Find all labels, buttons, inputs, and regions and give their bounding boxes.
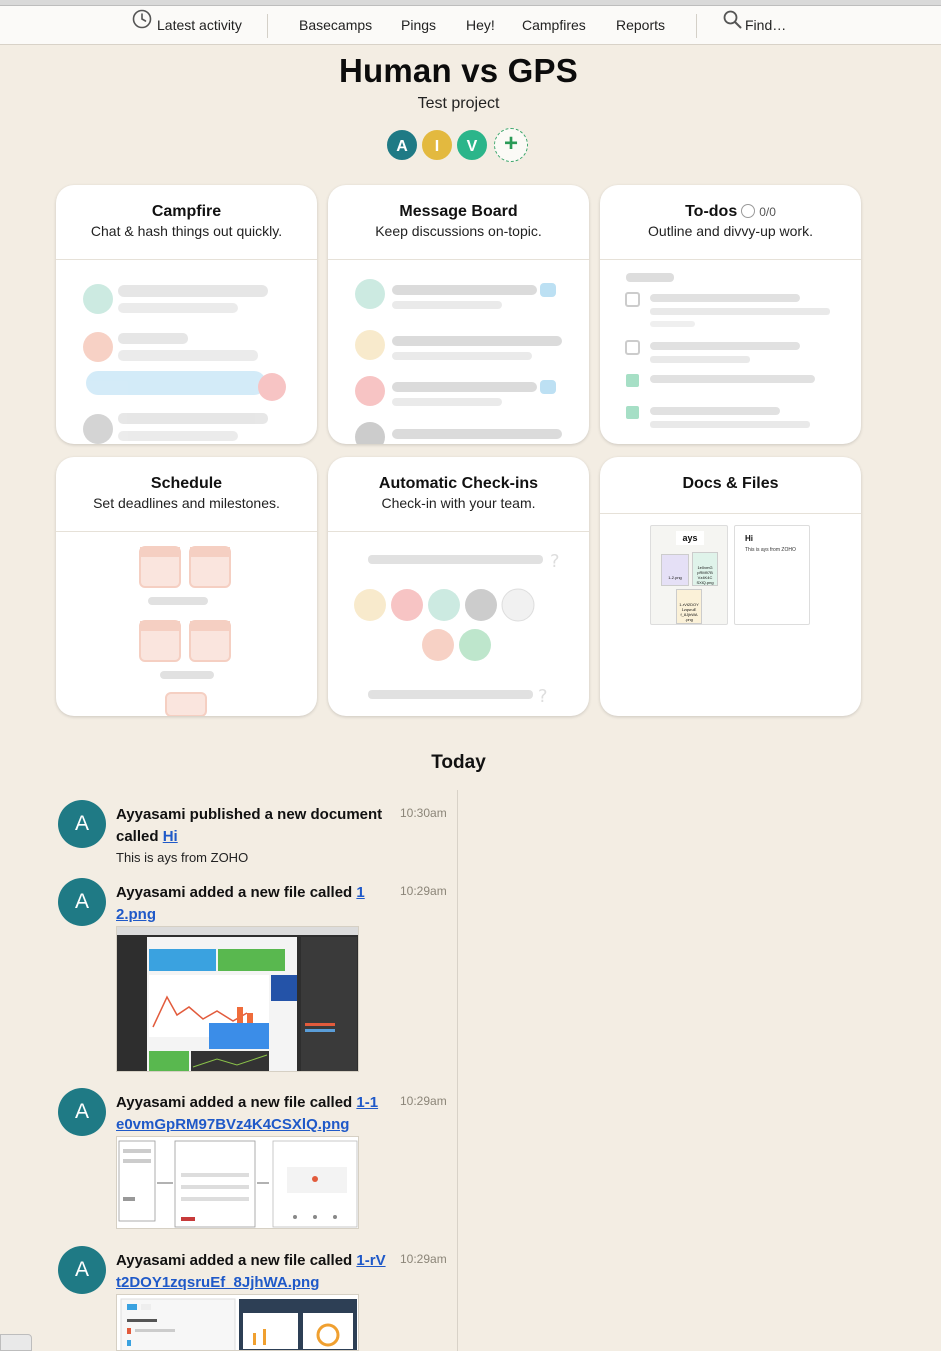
card-title: Schedule xyxy=(150,475,223,492)
docs-preview: ays 1-2.png 1e0vmG pRM97B Vz4K4C SXlQ.pn… xyxy=(600,515,861,716)
card-title: Automatic Check-ins xyxy=(378,475,539,492)
activity-text: Ayyasami added a new file called 1-rVt2D… xyxy=(116,1250,386,1294)
avatar[interactable]: A xyxy=(385,128,419,162)
activity-summary: Ayyasami added a new file called xyxy=(116,1252,357,1269)
nav-campfires[interactable]: Campfires xyxy=(522,6,586,45)
nav-latest-activity-label: Latest activity xyxy=(157,17,242,33)
avatar[interactable]: V xyxy=(455,128,489,162)
card-header: To-dos 0/0 Outline and divvy-up work. xyxy=(600,185,861,260)
card-description: Set deadlines and milestones. xyxy=(93,495,280,511)
avatar[interactable]: A xyxy=(58,1246,106,1294)
add-people-button[interactable]: + xyxy=(494,128,528,162)
activity-text: Ayyasami published a new document called… xyxy=(116,804,386,848)
document-excerpt: This is ays from ZOHO xyxy=(745,547,796,553)
nav-reports[interactable]: Reports xyxy=(616,6,665,45)
checkins-illustration: ? ? xyxy=(328,533,589,716)
card-title: Docs & Files xyxy=(682,475,779,492)
nav-find-label: Find… xyxy=(745,17,787,33)
nav-divider xyxy=(267,14,268,38)
file-preview-image[interactable] xyxy=(116,1136,359,1229)
avatar[interactable]: A xyxy=(58,800,106,848)
file-preview-image[interactable] xyxy=(116,1294,359,1351)
todos-card[interactable]: To-dos 0/0 Outline and divvy-up work. xyxy=(600,185,861,444)
file-thumbnail: 1e0vmG pRM97B Vz4K4C SXlQ.png xyxy=(692,552,718,586)
window-resize-handle[interactable] xyxy=(0,1334,32,1351)
folder-label: ays xyxy=(676,531,704,545)
activity-time: 10:30am xyxy=(400,806,447,820)
svg-text:?: ? xyxy=(538,686,548,707)
search-icon xyxy=(723,5,742,44)
schedule-illustration xyxy=(56,533,317,716)
activity-day-heading: Today xyxy=(431,752,486,773)
avatar[interactable]: A xyxy=(58,878,106,926)
clock-icon xyxy=(132,5,152,44)
message-board-illustration xyxy=(328,261,589,444)
nav-divider xyxy=(696,14,697,38)
activity-text: Ayyasami added a new file called 1-1e0vm… xyxy=(116,1092,386,1136)
card-title: To-dos 0/0 xyxy=(600,203,861,221)
activity-summary: Ayyasami published a new document called xyxy=(116,806,383,845)
card-header: Docs & Files xyxy=(600,457,861,514)
campfire-illustration xyxy=(56,261,317,444)
project-people: A I V + xyxy=(385,128,546,162)
progress-ring-icon xyxy=(741,204,756,218)
file-thumbnail: 1-2.png xyxy=(661,554,689,586)
activity-time: 10:29am xyxy=(400,884,447,898)
avatar[interactable]: I xyxy=(420,128,454,162)
schedule-card[interactable]: Schedule Set deadlines and milestones. xyxy=(56,457,317,716)
activity-entry: A Ayyasami added a new file called 1 2.p… xyxy=(58,878,458,1078)
activity-text: Ayyasami added a new file called 1 2.png xyxy=(116,882,386,926)
nav-hey[interactable]: Hey! xyxy=(466,6,495,45)
folder-thumbnail[interactable]: ays 1-2.png 1e0vmG pRM97B Vz4K4C SXlQ.pn… xyxy=(650,525,728,625)
file-thumbnail: 1-rVt2DOY 1zqsruE f_8JjhWA .png xyxy=(676,589,702,624)
card-description: Outline and divvy-up work. xyxy=(648,223,813,239)
todos-title: To-dos xyxy=(685,203,738,220)
card-description: Check-in with your team. xyxy=(381,495,536,511)
activity-summary: Ayyasami added a new file called xyxy=(116,1094,357,1111)
message-board-card[interactable]: Message Board Keep discussions on-topic. xyxy=(328,185,589,444)
nav-basecamps[interactable]: Basecamps xyxy=(299,6,372,45)
activity-entry: A Ayyasami published a new document call… xyxy=(58,800,458,870)
card-title: Campfire xyxy=(151,203,222,220)
nav-latest-activity[interactable]: Latest activity xyxy=(132,6,242,45)
card-header: Automatic Check-ins Check-in with your t… xyxy=(328,457,589,532)
card-header: Message Board Keep discussions on-topic. xyxy=(328,185,589,260)
docs-files-card[interactable]: Docs & Files ays 1-2.png 1e0vmG pRM97B V… xyxy=(600,457,861,716)
card-title: Message Board xyxy=(399,203,518,220)
nav-pings[interactable]: Pings xyxy=(401,6,436,45)
campfire-card[interactable]: Campfire Chat & hash things out quickly. xyxy=(56,185,317,444)
activity-excerpt: This is ays from ZOHO xyxy=(116,850,249,865)
nav-find[interactable]: Find… xyxy=(723,6,786,45)
document-title: Hi xyxy=(745,534,753,543)
document-thumbnail[interactable]: Hi This is ays from ZOHO xyxy=(734,525,810,625)
activity-summary: Ayyasami added a new file called xyxy=(116,884,357,901)
automatic-checkins-card[interactable]: Automatic Check-ins Check-in with your t… xyxy=(328,457,589,716)
top-navigation-bar: Latest activity Basecamps Pings Hey! Cam… xyxy=(0,6,941,45)
activity-entry: A Ayyasami added a new file called 1-1e0… xyxy=(58,1088,458,1233)
project-description: Test project xyxy=(417,95,500,112)
card-description: Chat & hash things out quickly. xyxy=(90,223,283,239)
activity-entry: A Ayyasami added a new file called 1-rVt… xyxy=(58,1246,458,1351)
card-header: Campfire Chat & hash things out quickly. xyxy=(56,185,317,260)
activity-time: 10:29am xyxy=(400,1252,447,1266)
file-preview-image[interactable] xyxy=(116,926,359,1072)
avatar[interactable]: A xyxy=(58,1088,106,1136)
activity-time: 10:29am xyxy=(400,1094,447,1108)
svg-text:?: ? xyxy=(550,551,560,572)
activity-link[interactable]: Hi xyxy=(163,828,178,845)
card-description: Keep discussions on-topic. xyxy=(375,223,542,239)
project-title: Human vs GPS xyxy=(339,52,578,89)
todos-illustration xyxy=(600,261,861,444)
card-header: Schedule Set deadlines and milestones. xyxy=(56,457,317,532)
todos-count: 0/0 xyxy=(759,205,776,219)
